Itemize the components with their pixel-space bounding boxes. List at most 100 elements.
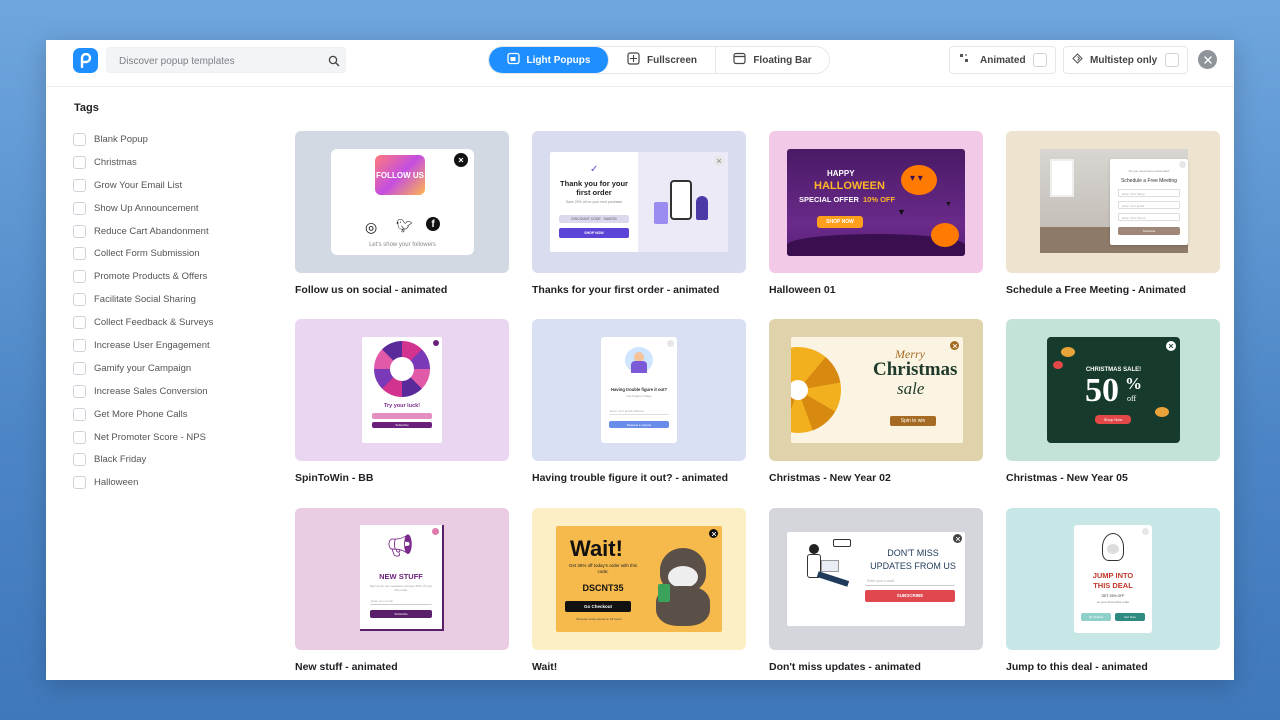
popup-preview: Try your luck! Subscribe (362, 337, 442, 443)
close-icon[interactable] (1198, 50, 1217, 69)
template-title[interactable]: Wait! (532, 661, 746, 673)
close-icon (953, 534, 962, 543)
instagram-icon: ◎ (365, 219, 378, 235)
multistep-label: Multistep only (1090, 54, 1158, 66)
tag-checkbox[interactable] (73, 132, 86, 146)
multistep-checkbox[interactable] (1165, 53, 1179, 67)
tag-filter-item[interactable]: Collect Form Submission (73, 242, 213, 265)
tag-checkbox[interactable] (73, 201, 86, 215)
template-thumbnail[interactable]: FOLLOW US ◎ 🐦︎ f Let's show your followe… (295, 131, 509, 273)
animated-label: Animated (980, 54, 1026, 66)
template-title[interactable]: Schedule a Free Meeting - Animated (1006, 284, 1220, 296)
tag-checkbox[interactable] (73, 293, 86, 307)
tab-fullscreen[interactable]: Fullscreen (609, 47, 716, 73)
tag-filter-item[interactable]: Gamify your Campaign (73, 357, 213, 380)
template-title[interactable]: Christmas - New Year 05 (1006, 472, 1220, 484)
tag-filter-item[interactable]: Black Friday (73, 448, 213, 471)
template-card[interactable]: Do you need some extra help? Schedule a … (1006, 131, 1220, 296)
template-thumbnail[interactable]: CHRISTMAS SALE! 50 % off Shop Now (1006, 319, 1220, 461)
template-card[interactable]: 📢︎ NEW STUFF Sign up for our newsletter … (295, 508, 509, 673)
tab-label: Fullscreen (646, 54, 698, 66)
template-title[interactable]: Follow us on social - animated (295, 284, 509, 296)
tag-filter-item[interactable]: Net Promoter Score - NPS (73, 426, 213, 449)
popup-preview: Do you need some extra help? Schedule a … (1110, 159, 1188, 245)
tag-checkbox[interactable] (73, 270, 86, 284)
popup-preview: Having trouble figure it out? Get Suppor… (601, 337, 677, 443)
template-card[interactable]: ✓ Thank you for your first order Save 20… (532, 131, 746, 296)
multistep-filter[interactable]: Multistep only (1063, 46, 1188, 74)
template-title[interactable]: SpinToWin - BB (295, 472, 509, 484)
template-card[interactable]: DON'T MISS UPDATES FROM US Enter your e-… (769, 508, 983, 673)
search-input[interactable] (119, 53, 319, 69)
tab-floating-bar[interactable]: Floating Bar (716, 47, 829, 73)
animated-checkbox[interactable] (1033, 53, 1047, 67)
tag-checkbox[interactable] (73, 155, 86, 169)
template-thumbnail[interactable]: Having trouble figure it out? Get Suppor… (532, 319, 746, 461)
tag-filter-item[interactable]: Increase Sales Conversion (73, 380, 213, 403)
tag-filter-item[interactable]: Grow Your Email List (73, 174, 213, 197)
tags-heading: Tags (74, 102, 99, 114)
tag-checkbox[interactable] (73, 247, 86, 261)
tag-checkbox[interactable] (73, 384, 86, 398)
tag-filter-item[interactable]: Increase User Engagement (73, 334, 213, 357)
template-card[interactable]: Having trouble figure it out? Get Suppor… (532, 319, 746, 484)
template-card[interactable]: CHRISTMAS SALE! 50 % off Shop Now Christ… (1006, 319, 1220, 484)
template-thumbnail[interactable]: Merry Christmas sale Spin to win (769, 319, 983, 461)
tag-filter-item[interactable]: Christmas (73, 151, 213, 174)
template-title[interactable]: Halloween 01 (769, 284, 983, 296)
tag-checkbox[interactable] (73, 407, 86, 421)
tag-checkbox[interactable] (73, 430, 86, 444)
template-title[interactable]: Christmas - New Year 02 (769, 472, 983, 484)
close-icon (433, 340, 439, 346)
popup-preview: Merry Christmas sale Spin to win (791, 337, 963, 443)
template-card[interactable]: Wait! Get 35% off today's order with thi… (532, 508, 746, 673)
tag-checkbox[interactable] (73, 476, 86, 490)
template-title[interactable]: Having trouble figure it out? - animated (532, 472, 746, 484)
template-card[interactable]: FOLLOW US ◎ 🐦︎ f Let's show your followe… (295, 131, 509, 296)
template-title[interactable]: Don't miss updates - animated (769, 661, 983, 673)
tag-filter-item[interactable]: Halloween (73, 471, 213, 494)
animated-filter[interactable]: Animated (949, 46, 1056, 74)
template-card[interactable]: HAPPY HALLOWEEN SPECIAL OFFER 10% OFF SH… (769, 131, 983, 296)
facebook-icon: f (426, 217, 440, 231)
tag-filter-list: Blank Popup Christmas Grow Your Email Li… (73, 128, 213, 494)
tag-filter-item[interactable]: Facilitate Social Sharing (73, 288, 213, 311)
template-card[interactable]: Merry Christmas sale Spin to win Christm… (769, 319, 983, 484)
template-thumbnail[interactable]: JUMP INTO THIS DEAL GET 25% OFF on your … (1006, 508, 1220, 650)
rabbit-illustration (1102, 533, 1124, 561)
template-thumbnail[interactable]: Wait! Get 35% off today's order with thi… (532, 508, 746, 650)
tag-checkbox[interactable] (73, 224, 86, 238)
tag-checkbox[interactable] (73, 361, 86, 375)
tag-filter-item[interactable]: Promote Products & Offers (73, 265, 213, 288)
phone-illustration (670, 180, 692, 220)
close-icon (1179, 161, 1186, 168)
search-icon[interactable] (328, 54, 340, 72)
tag-checkbox[interactable] (73, 178, 86, 192)
app-logo-icon[interactable] (73, 48, 98, 73)
template-thumbnail[interactable]: Try your luck! Subscribe (295, 319, 509, 461)
tag-filter-item[interactable]: Show Up Announcement (73, 197, 213, 220)
template-title[interactable]: New stuff - animated (295, 661, 509, 673)
template-thumbnail[interactable]: DON'T MISS UPDATES FROM US Enter your e-… (769, 508, 983, 650)
template-card[interactable]: Try your luck! Subscribe SpinToWin - BB (295, 319, 509, 484)
light-popup-icon (506, 52, 520, 68)
template-thumbnail[interactable]: HAPPY HALLOWEEN SPECIAL OFFER 10% OFF SH… (769, 131, 983, 273)
tag-filter-item[interactable]: Collect Feedback & Surveys (73, 311, 213, 334)
template-thumbnail[interactable]: 📢︎ NEW STUFF Sign up for our newsletter … (295, 508, 509, 650)
tag-filter-item[interactable]: Reduce Cart Abandonment (73, 220, 213, 243)
tag-filter-item[interactable]: Blank Popup (73, 128, 213, 151)
template-thumbnail[interactable]: ✓ Thank you for your first order Save 20… (532, 131, 746, 273)
tag-checkbox[interactable] (73, 338, 86, 352)
template-card[interactable]: JUMP INTO THIS DEAL GET 25% OFF on your … (1006, 508, 1220, 673)
tab-light-popups[interactable]: Light Popups (489, 47, 609, 73)
template-thumbnail[interactable]: Do you need some extra help? Schedule a … (1006, 131, 1220, 273)
template-title[interactable]: Thanks for your first order - animated (532, 284, 746, 296)
close-icon (1166, 341, 1176, 351)
tag-filter-item[interactable]: Get More Phone Calls (73, 403, 213, 426)
template-gallery-window: Light Popups Fullscreen Floating Bar Ani… (46, 40, 1234, 680)
tag-checkbox[interactable] (73, 316, 86, 330)
search-box (106, 47, 346, 73)
template-title[interactable]: Jump to this deal - animated (1006, 661, 1220, 673)
close-icon (709, 529, 718, 538)
tag-checkbox[interactable] (73, 453, 86, 467)
